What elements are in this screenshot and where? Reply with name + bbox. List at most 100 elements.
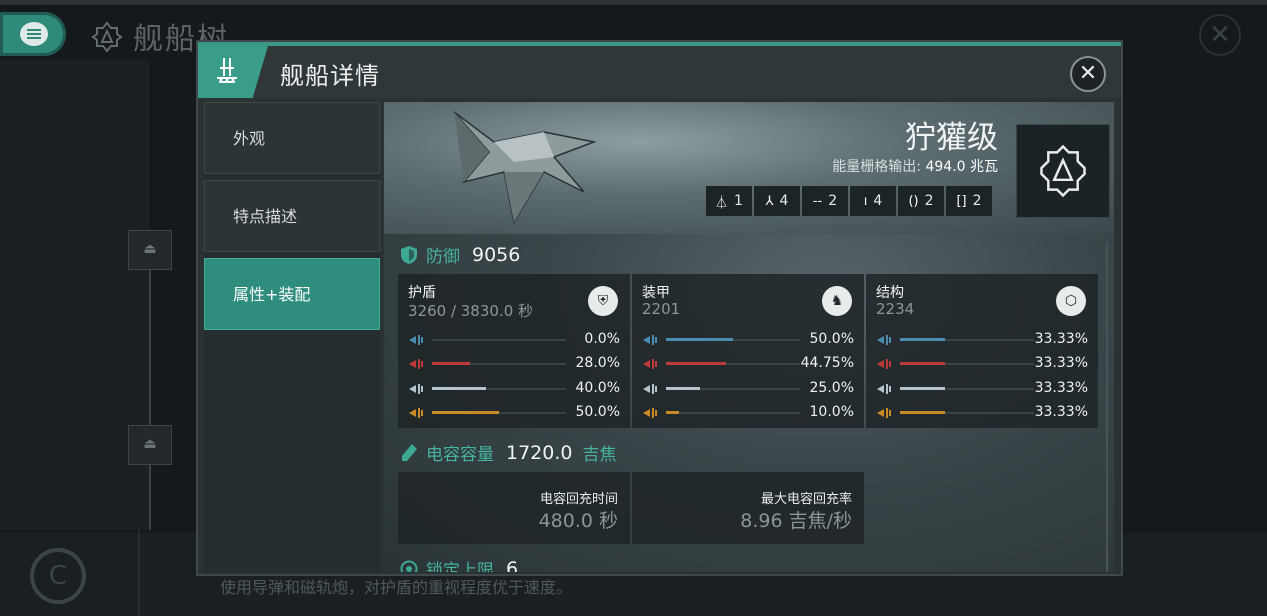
tree-node[interactable]: ⏏ [128, 425, 172, 465]
faction-logo-icon: C [30, 548, 86, 604]
shield-icon: ⛨ [588, 286, 618, 316]
resist-bar [900, 387, 1034, 390]
resist-bar-fill [666, 362, 726, 365]
resist-row-explosive: 10.0% [642, 404, 856, 422]
ship-hero-banner: 狞獾级 能量栅格输出: 494.0 兆瓦 ⏃ 1 ⅄ 4 -- 2 ı 4 ()… [384, 102, 1114, 234]
capacitor-value: 1720.0 [506, 441, 573, 464]
capacitor-icon [402, 443, 417, 461]
thermal-damage-icon [409, 359, 423, 369]
shield-resist-panel: 护盾 3260 / 3830.0 秒 ⛨ 0.0% 28.0% 40.0% 50.0% [398, 274, 630, 428]
slot-mid: -- 2 [802, 186, 848, 216]
slot-high: ⏃ 1 [706, 186, 752, 216]
slot-count: 2 [924, 193, 934, 209]
resist-value: 25.0% [809, 380, 854, 396]
attributes-panel[interactable]: 狞獾级 能量栅格输出: 494.0 兆瓦 ⏃ 1 ⅄ 4 -- 2 ı 4 ()… [384, 102, 1114, 572]
resist-row-thermal: 44.75% [642, 355, 856, 373]
resist-row-kinetic: 25.0% [642, 380, 856, 398]
dialog-header-badge [198, 46, 268, 98]
structure-resist-panel: 结构 2234 ⬡ 33.33% 33.33% 33.33% 33.33% [866, 274, 1098, 428]
resist-row-kinetic: 40.0% [408, 380, 622, 398]
layer-name: 护盾 [408, 285, 436, 301]
subsystem-icon: [] [956, 193, 967, 209]
resist-value: 50.0% [809, 331, 854, 347]
structure-icon: ⬡ [1056, 286, 1086, 316]
armor-resist-panel: 装甲 2201 ♞ 50.0% 44.75% 25.0% 10.0% [632, 274, 864, 428]
resist-bar-fill [432, 362, 470, 365]
layer-hp: 2201 [642, 300, 681, 318]
powergrid-output: 能量栅格输出: 494.0 兆瓦 [832, 156, 998, 176]
resist-bar [900, 338, 1034, 341]
explosive-damage-icon [409, 408, 423, 418]
dialog-title: 舰船详情 [280, 62, 380, 90]
tree-node[interactable]: ⏏ [128, 230, 172, 270]
layer-name: 装甲 [642, 285, 670, 301]
resist-value: 33.33% [1034, 355, 1088, 371]
ship-tree-icon [91, 21, 123, 53]
slot-count: 1 [734, 193, 743, 209]
resist-value: 33.33% [1034, 380, 1088, 396]
slot-drone: ⅄ 4 [754, 186, 800, 216]
slot-subsystem: [] 2 [946, 186, 992, 216]
resist-bar-fill [900, 362, 945, 365]
cap-stat-label: 最大电容回充率 [760, 492, 852, 507]
defense-label: 防御 [426, 247, 460, 267]
resist-value: 50.0% [575, 404, 620, 420]
resist-value: 0.0% [584, 331, 620, 347]
explosive-damage-icon [877, 408, 891, 418]
close-button[interactable]: ✕ [1070, 56, 1106, 92]
resist-bar [900, 411, 1034, 414]
capacitor-unit: 吉焦 [582, 445, 617, 465]
kinetic-damage-icon [877, 384, 891, 394]
resist-bar-fill [432, 411, 499, 414]
kinetic-damage-icon [409, 384, 423, 394]
slot-low: ı 4 [850, 186, 896, 216]
powergrid-value: 494.0 兆瓦 [925, 159, 998, 175]
slot-count: 4 [873, 193, 883, 209]
resist-row-explosive: 33.33% [876, 404, 1090, 422]
tab-features[interactable]: 特点描述 [204, 180, 380, 252]
resist-bar-fill [432, 387, 486, 390]
resist-bar [900, 362, 1034, 365]
thermal-damage-icon [643, 359, 657, 369]
dialog-header: 舰船详情 ✕ [198, 42, 1121, 98]
resist-row-thermal: 28.0% [408, 355, 622, 373]
defense-shield-icon [401, 245, 417, 264]
em-damage-icon [409, 335, 423, 345]
resist-value: 28.0% [575, 355, 620, 371]
menu-button[interactable] [0, 12, 66, 56]
lock-header: 锁定上限 6 [400, 556, 518, 572]
resist-bar-fill [666, 387, 700, 390]
mid-slot-icon: -- [812, 193, 823, 209]
tab-attributes-fitting[interactable]: 属性+装配 [204, 258, 380, 330]
side-nav: 外观 特点描述 属性+装配 [204, 102, 380, 572]
resist-value: 40.0% [575, 380, 620, 396]
ship-description: 使用导弹和磁轨炮，对护盾的重视程度优于速度。 [220, 578, 573, 597]
cap-stat-value: 480.0 秒 [538, 510, 618, 532]
slot-count: 4 [779, 193, 789, 209]
resist-bar [666, 387, 800, 390]
top-border [0, 0, 1267, 5]
slot-layout: ⏃ 1 ⅄ 4 -- 2 ı 4 () 2 [] 2 [706, 186, 992, 216]
tree-connector [149, 230, 151, 530]
armor-icon: ♞ [822, 286, 852, 316]
menu-icon [20, 22, 48, 46]
resist-bar [432, 387, 566, 390]
lock-label: 锁定上限 [426, 561, 494, 572]
high-slot-icon: ⏃ [715, 195, 729, 211]
resist-row-thermal: 33.33% [876, 355, 1090, 373]
scrollbar[interactable] [1106, 242, 1108, 572]
resist-bar-fill [900, 338, 945, 341]
resist-bar-fill [900, 411, 945, 414]
tab-appearance[interactable]: 外观 [204, 102, 380, 174]
resist-row-em: 50.0% [642, 331, 856, 349]
slot-rig: () 2 [898, 186, 944, 216]
slot-count: 2 [972, 193, 982, 209]
resist-bar [432, 411, 566, 414]
layer-hp: 3260 / 3830.0 秒 [408, 302, 534, 320]
capacitor-recharge-time: 电容回充时间 480.0 秒 [398, 472, 630, 544]
page-close-button[interactable]: ✕ [1199, 14, 1241, 56]
ship-details-dialog: 舰船详情 ✕ 外观 特点描述 属性+装配 狞獾级 能量栅格输出: 494.0 兆… [196, 40, 1123, 576]
ship-class-name: 狞獾级 [905, 120, 998, 156]
em-damage-icon [643, 335, 657, 345]
resist-value: 44.75% [800, 355, 854, 371]
